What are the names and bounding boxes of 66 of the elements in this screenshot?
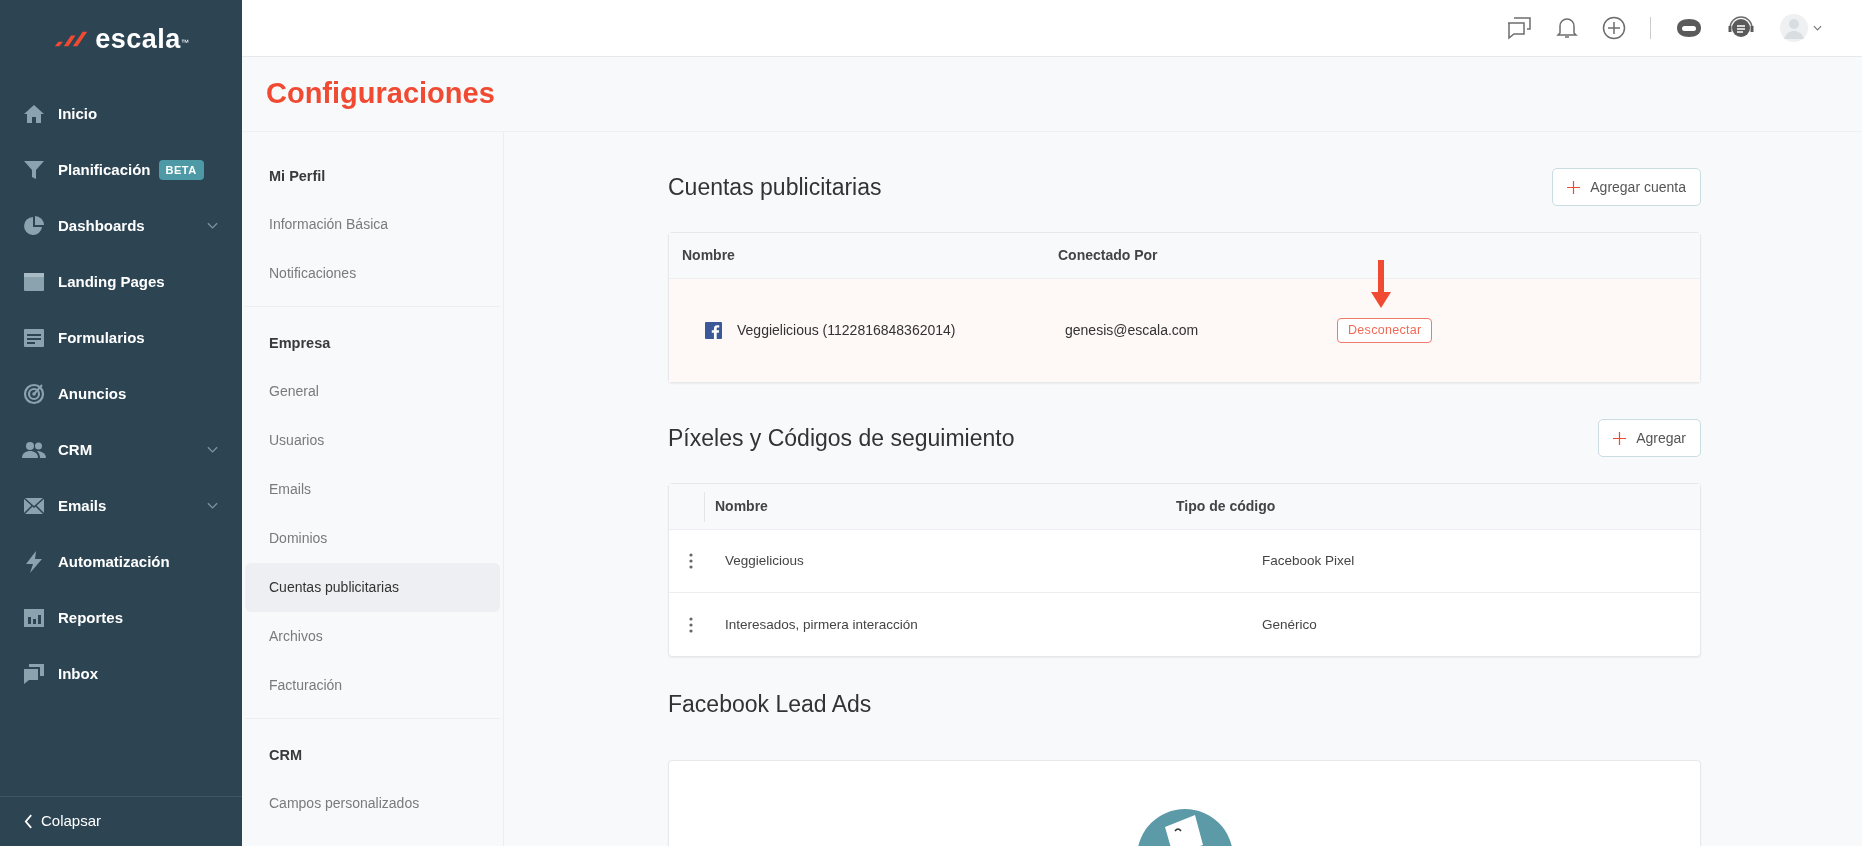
- table-cell-text: Facebook Pixel: [1262, 552, 1355, 571]
- sidebar-item[interactable]: CRM: [0, 422, 242, 478]
- avatar-icon: [1779, 13, 1809, 44]
- form-icon: [22, 326, 46, 350]
- add-icon[interactable]: [1602, 16, 1626, 41]
- settings-nav-item[interactable]: General: [245, 367, 500, 417]
- sidebar-item[interactable]: Automatización: [0, 534, 242, 590]
- table-cell-text: genesis@escala.com: [1065, 321, 1200, 341]
- plus-icon: [1567, 180, 1581, 194]
- section-title: Píxeles y Códigos de seguimiento: [668, 424, 1015, 453]
- mask-icon[interactable]: [1675, 18, 1703, 39]
- chat-bubbles-icon: [22, 662, 46, 686]
- home-icon: [22, 102, 46, 126]
- more-options-icon[interactable]: [689, 616, 693, 633]
- bell-icon[interactable]: [1556, 16, 1578, 41]
- settings-nav-item[interactable]: Facturación: [245, 661, 500, 711]
- section-heading: Empresa: [268, 334, 332, 354]
- table-cell-text: Interesados, pirmera interacción: [725, 615, 919, 634]
- sidebar-item[interactable]: Planificación BETA: [0, 142, 242, 198]
- arrow-icon: [1371, 260, 1391, 309]
- settings-nav-item[interactable]: Cuentas publicitarias: [245, 563, 500, 613]
- facebook-icon: [705, 322, 722, 340]
- sidebar-item[interactable]: Anuncios: [0, 366, 242, 422]
- target-icon: [22, 382, 46, 406]
- table-cell-text: Genérico: [1262, 615, 1317, 634]
- table-cell-text: Veggielicious: [725, 552, 805, 571]
- sidebar-item[interactable]: Formularios: [0, 310, 242, 366]
- settings-nav-item[interactable]: Información Básica: [245, 200, 500, 250]
- collapse-button[interactable]: Colapsar: [0, 796, 242, 846]
- settings-nav-item[interactable]: Archivos: [245, 612, 500, 662]
- funnel-icon: [22, 158, 46, 182]
- sidebar-item[interactable]: Emails: [0, 478, 242, 534]
- sidebar-item[interactable]: Inicio: [0, 86, 242, 142]
- settings-nav-item[interactable]: Emails: [245, 465, 500, 515]
- bar-chart-icon: [22, 606, 46, 630]
- page-title: Configuraciones: [266, 76, 495, 112]
- column-header: Tipo de código: [1176, 497, 1276, 517]
- sidebar-item[interactable]: Dashboards: [0, 198, 242, 254]
- chat-bubbles-icon[interactable]: [1506, 16, 1532, 41]
- plus-icon: [1613, 431, 1627, 445]
- pie-chart-icon: [22, 214, 46, 238]
- browser-window-icon: [22, 270, 46, 294]
- sidebar-item[interactable]: Landing Pages: [0, 254, 242, 310]
- add-button[interactable]: Agregar cuenta: [1552, 168, 1701, 207]
- brand-name: escala: [95, 22, 181, 56]
- sidebar-item[interactable]: Inbox: [0, 646, 242, 702]
- beta-badge: BETA: [158, 159, 204, 181]
- column-header: Nombre: [715, 497, 769, 517]
- more-options-icon[interactable]: [689, 553, 693, 570]
- settings-nav-item[interactable]: Usuarios: [245, 416, 500, 466]
- settings-nav-item[interactable]: Notificaciones: [245, 249, 500, 299]
- logo-icon: [53, 30, 90, 48]
- section-title: Cuentas publicitarias: [668, 173, 882, 202]
- sidebar-item[interactable]: Reportes: [0, 590, 242, 646]
- section-heading: CRM: [268, 746, 304, 766]
- settings-nav-item[interactable]: Campos personalizados: [245, 779, 500, 829]
- trademark-mark: ™: [180, 38, 189, 47]
- table-cell-text: Veggielicious (1122816848362014): [737, 321, 957, 341]
- column-header: Nombre: [682, 246, 736, 266]
- chevron-left-icon: [24, 814, 33, 829]
- add-button[interactable]: Agregar: [1598, 419, 1701, 458]
- section-title: Facebook Lead Ads: [668, 690, 873, 720]
- chevron-down-icon: [1813, 25, 1822, 32]
- column-header: Conectado Por: [1058, 246, 1158, 266]
- section-heading: Mi Perfil: [268, 167, 327, 187]
- settings-nav-item[interactable]: Dominios: [245, 514, 500, 564]
